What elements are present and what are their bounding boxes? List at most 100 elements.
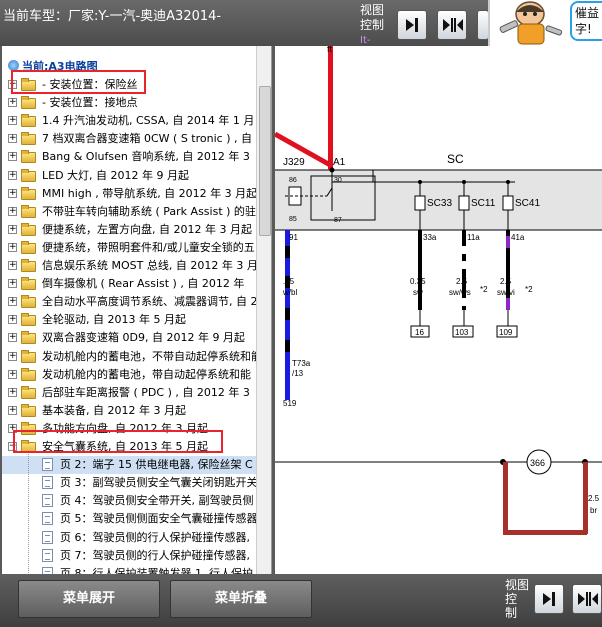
expand-icon[interactable]: + [8,369,17,379]
expand-icon[interactable]: + [8,152,17,162]
tree-scrollbar[interactable] [256,46,271,574]
expand-icon[interactable]: + [8,351,17,361]
svg-text:519: 519 [283,399,297,408]
tree-page-item[interactable]: 页 4：驾驶员侧安全带开关, 副驾驶员侧 [2,492,264,510]
label-relay: J329 [283,157,305,168]
wiring-diagram-svg: ft J329 A1 SC 86 30 85 87 SC33 SC11 SC41… [275,46,602,535]
expand-icon[interactable]: + [8,206,17,216]
expand-icon[interactable]: + [8,242,17,252]
svg-text:SC33: SC33 [427,198,452,209]
tree-folder-item[interactable]: + 双离合器变速箱 0D9, 自 2012 年 9 月起 [2,329,264,347]
scrollbar-thumb[interactable] [259,86,271,236]
label-top-wire: ft [327,46,333,54]
tree-folder-item[interactable]: + 便捷系统，左置方向盘, 自 2012 年 3 月起 [2,221,264,239]
tree-folder-item[interactable]: + Bang & Olufsen 音响系统, 自 2012 年 3 [2,148,264,166]
tree-page-item[interactable]: 页 3：副驾驶员侧安全气囊关闭钥匙开关 [2,474,264,492]
tree-folder-label: 信息娱乐系统 MOST 总线, 自 2012 年 3 月 [42,259,258,272]
svg-text:30: 30 [334,177,342,184]
wiring-diagram[interactable]: ft J329 A1 SC 86 30 85 87 SC33 SC11 SC41… [275,46,602,574]
tree-folder-item[interactable]: + 全自动水平高度调节系统、减震器调节, 自 2 [2,293,264,311]
arrow-right-icon [406,18,418,32]
tree-folder-item[interactable]: + 后部驻车距离报警 ( PDC ) , 自 2012 年 3 [2,384,264,402]
tree-folder-item[interactable]: + 发动机舱内的蓄电池，带自动起停系统和能 [2,366,264,384]
expand-icon[interactable]: + [8,170,17,180]
tree-folder-item[interactable]: + 便捷系统，带照明套件和/或儿童安全锁的五 [2,239,264,257]
next-page-button[interactable] [397,10,427,40]
svg-text:2.5: 2.5 [500,277,512,286]
top-bar: 当前车型：厂家:Y-一汽-奥迪A32014- 视图 控制 It- 催益 字! [0,0,602,46]
tree-panel: 当前:A3电路图 + - 安装位置：保险丝 + - 安装位置：接地点 +1.4 升汽油发… [2,46,272,574]
tree-folder-item[interactable]: + - 安装位置：接地点 [2,94,264,112]
expand-icon[interactable]: + [8,279,17,289]
expand-icon[interactable]: + [8,297,17,307]
expand-icon[interactable]: + [8,261,17,270]
folder-icon [21,385,36,399]
tree-folder-label: - 安装位置：接地点 [42,96,138,110]
tree-folder-item[interactable]: + LED 大灯, 自 2012 年 9 月起 [2,167,264,185]
svg-text:sw: sw [413,288,423,297]
collapse-menu-button[interactable]: 菜单折叠 [170,580,312,618]
folder-icon [21,96,36,110]
tree-folder-item[interactable]: + 信息娱乐系统 MOST 总线, 自 2012 年 3 月 [2,257,264,275]
fit-page-button[interactable] [437,10,467,40]
tree-folder-item[interactable]: + 倒车摄像机 ( Rear Assist ) , 自 2012 年 [2,275,264,293]
expand-icon[interactable]: + [8,387,17,397]
document-icon [42,458,53,472]
tree-folder-label: MMI high , 带导航系统, 自 2012 年 3 月起 [42,186,258,200]
folder-icon [21,403,36,417]
tree-folder-label: 倒车摄像机 ( Rear Assist ) , 自 2012 年 [42,277,245,291]
svg-text:/13: /13 [292,369,304,378]
folder-icon [21,114,36,128]
svg-text:2.5: 2.5 [588,494,600,503]
expand-icon[interactable]: + [8,98,17,108]
tree-page-label: 页 8：行人保护装置触发器 1, 行人保护 [60,566,253,574]
tree-folder-item[interactable]: + MMI high , 带导航系统, 自 2012 年 3 月起 [2,185,264,203]
tree-page-item[interactable]: 页 2：端子 15 供电继电器, 保险丝架 C [2,456,264,475]
tree-folder-label: 便捷系统，带照明套件和/或儿童安全锁的五 [42,240,255,254]
svg-text:16: 16 [415,328,424,337]
fit-page-button-bottom[interactable] [572,584,602,614]
svg-text:2.5: 2.5 [456,277,468,286]
folder-icon [21,349,36,363]
folder-icon [21,277,36,291]
svg-text:sw/vi: sw/vi [497,288,515,297]
expand-icon[interactable]: + [8,333,17,343]
svg-text:0.35: 0.35 [410,277,426,286]
expand-icon[interactable]: + [8,188,17,198]
svg-text:SC41: SC41 [515,198,540,209]
svg-text:91: 91 [289,233,298,242]
tree-page-item[interactable]: 页 8：行人保护装置触发器 1, 行人保护 [2,565,264,574]
tree-folder-item[interactable]: + 基本装备, 自 2012 年 3 月起 [2,402,264,420]
label-pin-a1: A1 [333,157,346,168]
folder-icon [21,150,36,164]
svg-text:w/bl: w/bl [282,288,297,297]
tree-folder-item[interactable]: + 全轮驱动, 自 2013 年 5 月起 [2,311,264,329]
next-page-button-bottom[interactable] [534,584,564,614]
svg-text:11a: 11a [467,233,480,242]
tree-folder-label: 7 档双离合器变速箱 0CW ( S tronic ) , 自 [42,132,252,146]
tree-folder-item[interactable]: + 发动机舱内的蓄电池，不带自动起停系统和能 [2,348,264,366]
document-icon [42,548,53,562]
svg-text:.35: .35 [283,277,295,286]
tree-page-item[interactable]: 页 7：驾驶员侧的行人保护碰撞传感器, [2,547,264,565]
tree-page-item[interactable]: 页 6：驾驶员侧的行人保护碰撞传感器, [2,529,264,547]
mascot-figure-icon [499,1,563,45]
tree-folder-label: 1.4 升汽油发动机, CSSA, 自 2014 年 1 月 [42,114,255,128]
document-icon [42,512,53,526]
tree-folder-item[interactable]: + 不带驻车转向辅助系统 ( Park Assist ) 的驻 [2,203,264,221]
tree-folder-item[interactable]: +1.4 升汽油发动机, CSSA, 自 2014 年 1 月 [2,112,264,130]
expand-menu-button[interactable]: 菜单展开 [18,580,160,618]
expand-icon[interactable]: + [8,315,17,325]
tree-page-label: 页 3：副驾驶员侧安全气囊关闭钥匙开关 [60,476,258,490]
svg-text:*2: *2 [480,285,488,294]
expand-icon[interactable]: + [8,116,17,126]
tree-page-item[interactable]: 页 5：驾驶员侧侧面安全气囊碰撞传感器 [2,510,264,528]
folder-icon [21,132,36,146]
tree-folder-item[interactable]: +7 档双离合器变速箱 0CW ( S tronic ) , 自 [2,130,264,148]
expand-icon[interactable]: + [8,405,17,415]
svg-text:41a: 41a [511,233,525,242]
expand-icon[interactable]: + [8,134,17,144]
svg-text:366: 366 [530,458,545,468]
expand-icon[interactable]: + [8,224,17,234]
tree-page-label: 页 6：驾驶员侧的行人保护碰撞传感器, [60,530,250,544]
